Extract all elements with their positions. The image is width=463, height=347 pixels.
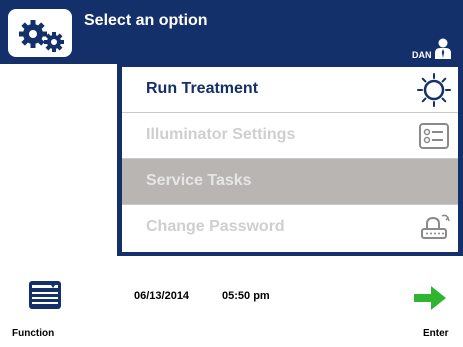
menu-item-illuminator-settings[interactable]: Illuminator Settings: [122, 113, 458, 159]
time-display: 05:50 pm: [222, 290, 270, 302]
function-icon[interactable]: [28, 280, 62, 310]
options-menu: Run Treatment Illuminator Settings Servi…: [122, 67, 458, 252]
function-button-label[interactable]: Function: [12, 328, 54, 339]
menu-item-label: Run Treatment: [146, 80, 259, 97]
screen: Select an option DAN Run Treatment Illum…: [0, 0, 463, 347]
header-bar: Select an option DAN: [0, 0, 463, 64]
menu-item-change-password[interactable]: Change Password: [122, 205, 458, 252]
settings-list-icon: [416, 118, 452, 154]
enter-arrow-icon[interactable]: [412, 283, 448, 313]
user-icon: [434, 38, 452, 60]
enter-button-label[interactable]: Enter: [423, 328, 449, 339]
menu-item-label: Change Password: [146, 218, 285, 235]
key-lock-icon: [416, 210, 452, 246]
sun-icon: [416, 72, 452, 108]
gears-icon: [8, 9, 72, 57]
page-title: Select an option: [84, 12, 208, 29]
user-name: DAN: [412, 50, 432, 60]
menu-item-label: Service Tasks: [146, 172, 252, 189]
menu-item-service-tasks[interactable]: Service Tasks: [122, 159, 458, 205]
date-display: 06/13/2014: [134, 290, 190, 302]
menu-item-label: Illuminator Settings: [146, 126, 296, 143]
menu-item-run-treatment[interactable]: Run Treatment: [122, 67, 458, 113]
